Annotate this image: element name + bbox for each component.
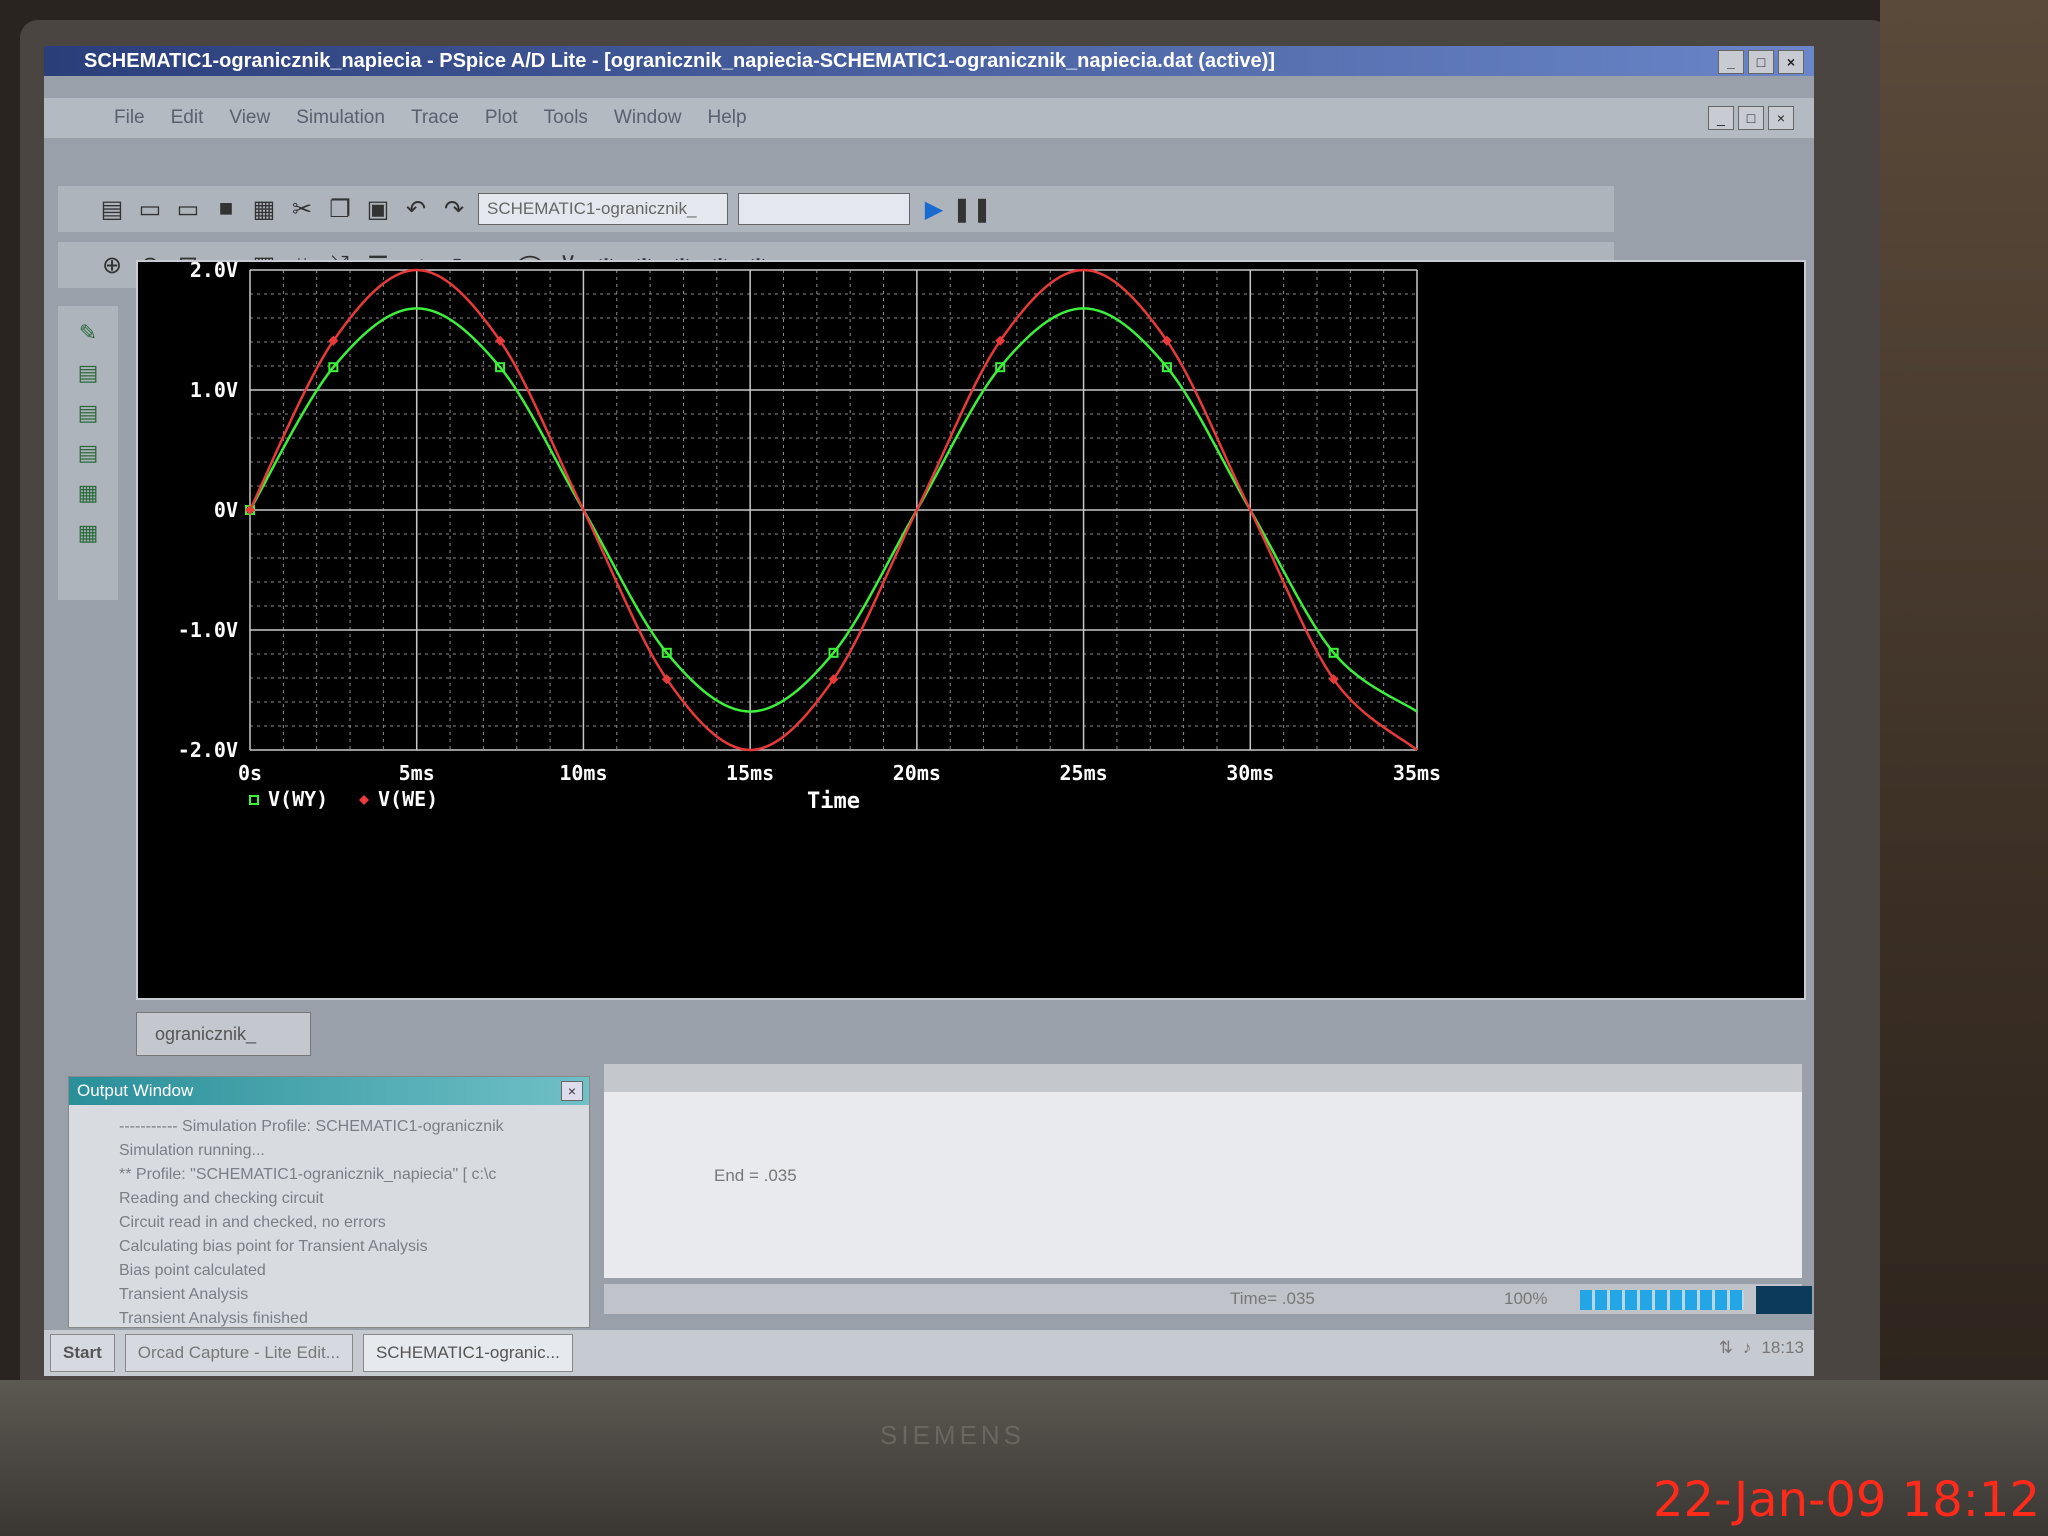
start-button[interactable]: Start [50, 1334, 115, 1372]
log-line: ----------- Simulation Profile: SCHEMATI… [119, 1118, 504, 1135]
close-icon[interactable]: × [561, 1081, 583, 1101]
menu-plot[interactable]: Plot [485, 107, 518, 129]
x-tick-label: 20ms [893, 761, 941, 785]
menu-help[interactable]: Help [708, 107, 747, 129]
open-folder-icon[interactable]: ▭ [174, 195, 202, 223]
pause-icon[interactable]: ❚❚ [952, 195, 992, 223]
taskbar: Start Orcad Capture - Lite Edit... SCHEM… [44, 1330, 1814, 1376]
y-tick-label: 2.0V [190, 262, 238, 282]
x-tick-label: 15ms [726, 761, 774, 785]
end-time-label: End = .035 [714, 1166, 797, 1185]
netlist-icon[interactable]: ▦ [78, 480, 99, 506]
left-toolbar: ✎ ▤ ▤ ▤ ▦ ▦ [58, 306, 118, 600]
print-icon[interactable]: ▦ [250, 195, 278, 223]
doc-restore-button[interactable]: □ [1738, 106, 1764, 130]
voltage-marker-icon[interactable]: ▤ [78, 360, 99, 386]
paste-icon[interactable]: ▣ [364, 195, 392, 223]
close-button[interactable]: × [1778, 50, 1804, 74]
output-log: ----------- Simulation Profile: SCHEMATI… [69, 1105, 589, 1331]
secondary-select[interactable] [738, 193, 910, 225]
background-wall [1880, 0, 2048, 1536]
new-file-icon[interactable]: ▤ [98, 195, 126, 223]
x-tick-label: 5ms [399, 761, 435, 785]
legend-label: V(WY) [268, 787, 328, 811]
open-icon[interactable]: ▭ [136, 195, 164, 223]
minimize-button[interactable]: _ [1718, 50, 1744, 74]
zoom-in-icon[interactable]: ⊕ [98, 251, 126, 279]
title-bar: SCHEMATIC1-ogranicznik_napiecia - PSpice… [44, 46, 1814, 76]
log-line: Calculating bias point for Transient Ana… [119, 1238, 428, 1255]
log-line: ** Profile: "SCHEMATIC1-ogranicznik_napi… [119, 1166, 497, 1183]
output-file-icon[interactable]: ▦ [78, 520, 99, 546]
output-window: Output Window × ----------- Simulation P… [68, 1076, 590, 1328]
redo-icon[interactable]: ↷ [440, 195, 468, 223]
x-axis-label: Time [807, 789, 860, 814]
photo-date-stamp: 22-Jan-09 18:12 [1652, 1472, 2040, 1528]
network-icon[interactable]: ⇅ [1719, 1338, 1733, 1358]
play-icon[interactable]: ▶ [920, 195, 948, 223]
output-window-title: Output Window [77, 1081, 194, 1100]
x-tick-label: 30ms [1226, 761, 1274, 785]
legend-marker [249, 795, 259, 805]
pointer-icon[interactable]: ✎ [79, 320, 97, 346]
y-tick-label: 1.0V [190, 378, 238, 402]
menu-bar: File Edit View Simulation Trace Plot Too… [44, 98, 1814, 138]
window-title: SCHEMATIC1-ogranicznik_napiecia - PSpice… [84, 50, 1275, 72]
menu-file[interactable]: File [114, 107, 145, 129]
log-line: Simulation running... [119, 1142, 265, 1159]
status-zoom: 100% [1504, 1289, 1548, 1308]
current-marker-icon[interactable]: ▤ [78, 400, 99, 426]
maximize-button[interactable]: □ [1748, 50, 1774, 74]
probe-plot-window: 0s 5ms 10ms 15ms 20ms 25ms 30ms 35ms 2.0V 1.0V 0V -… [136, 260, 1806, 1000]
legend-marker [359, 795, 369, 805]
undo-icon[interactable]: ↶ [402, 195, 430, 223]
save-icon[interactable]: ■ [212, 195, 240, 223]
menu-trace[interactable]: Trace [411, 107, 459, 129]
x-tick-label: 35ms [1393, 761, 1441, 785]
menu-window[interactable]: Window [614, 107, 682, 129]
log-line: Transient Analysis finished [119, 1310, 308, 1327]
tab-plot-document[interactable]: ogranicznik_ [136, 1012, 311, 1056]
power-marker-icon[interactable]: ▤ [78, 440, 99, 466]
y-tick-label: -2.0V [178, 738, 238, 762]
y-tick-label: 0V [214, 498, 238, 522]
standard-toolbar: ▤ ▭ ▭ ■ ▦ ✂ ❐ ▣ ↶ ↷ SCHEMATIC1-ograniczn… [58, 186, 1614, 232]
simulation-progress-bar [1580, 1290, 1744, 1310]
legend-label: V(WE) [378, 787, 438, 811]
status-time: Time= .035 [1230, 1289, 1315, 1308]
cut-icon[interactable]: ✂ [288, 195, 316, 223]
doc-minimize-button[interactable]: _ [1708, 106, 1734, 130]
task-pspice[interactable]: SCHEMATIC1-ogranic... [362, 1334, 573, 1372]
copy-icon[interactable]: ❐ [326, 195, 354, 223]
x-tick-label: 10ms [559, 761, 607, 785]
x-tick-label: 25ms [1059, 761, 1107, 785]
y-tick-label: -1.0V [178, 618, 238, 642]
menu-edit[interactable]: Edit [171, 107, 204, 129]
volume-icon[interactable]: ♪ [1743, 1338, 1752, 1358]
x-tick-label: 0s [238, 761, 262, 785]
screen: SCHEMATIC1-ogranicznik_napiecia - PSpice… [44, 46, 1814, 1376]
task-orcad-capture[interactable]: Orcad Capture - Lite Edit... [124, 1334, 353, 1372]
system-tray: ⇅ ♪ 18:13 [1719, 1338, 1804, 1358]
monitor-brand: SIEMENS [880, 1420, 1026, 1450]
log-line: Circuit read in and checked, no errors [119, 1214, 386, 1231]
log-line: Transient Analysis [119, 1286, 249, 1303]
doc-close-button[interactable]: × [1768, 106, 1794, 130]
waveform-plot[interactable]: 0s 5ms 10ms 15ms 20ms 25ms 30ms 35ms 2.0V 1.0V 0V -… [138, 262, 1804, 998]
waveform-status-icon [1756, 1286, 1812, 1314]
menu-simulation[interactable]: Simulation [296, 107, 385, 129]
simulation-profile-select[interactable]: SCHEMATIC1-ogranicznik_ [478, 193, 728, 225]
tray-clock: 18:13 [1761, 1338, 1804, 1357]
log-line: Reading and checking circuit [119, 1190, 324, 1207]
log-line: Bias point calculated [119, 1262, 266, 1279]
menu-view[interactable]: View [229, 107, 270, 129]
output-window-title-bar: Output Window × [69, 1077, 589, 1105]
menu-tools[interactable]: Tools [544, 107, 588, 129]
